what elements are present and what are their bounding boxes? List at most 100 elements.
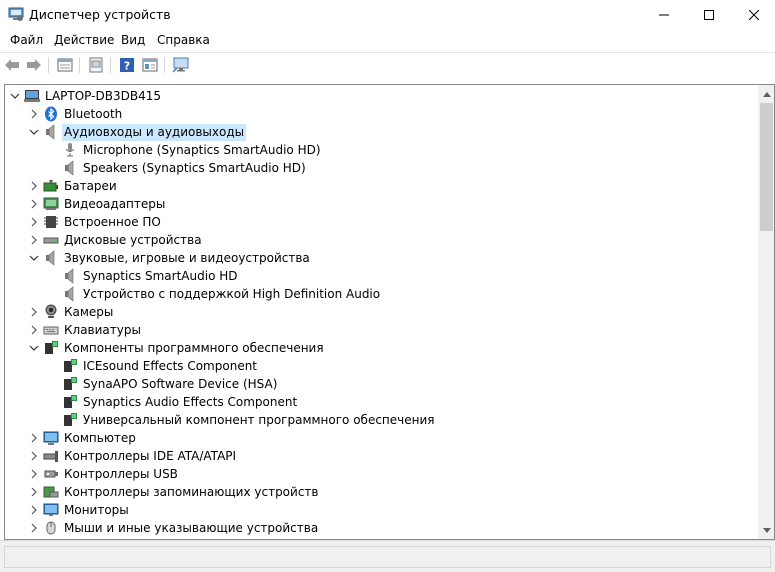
tree-item-icesound[interactable]: ICEsound Effects Component	[62, 357, 259, 375]
chevron-right-icon[interactable]	[27, 321, 41, 339]
speaker-icon	[62, 160, 78, 176]
tree-item-synaapo[interactable]: SynaAPO Software Device (HSA)	[62, 375, 279, 393]
tree-item-label: Встроенное ПО	[64, 214, 161, 229]
chevron-down-icon[interactable]	[8, 87, 22, 105]
tree-item-microphone[interactable]: Microphone (Synaptics SmartAudio HD)	[62, 141, 323, 159]
menu-bar: Файл Действие Вид Справка	[0, 30, 775, 50]
scrollbar-thumb[interactable]	[760, 103, 773, 231]
tree-item-synaptics-smartaudio[interactable]: Synaptics SmartAudio HD	[62, 267, 239, 285]
tree-item-speakers[interactable]: Speakers (Synaptics SmartAudio HD)	[62, 159, 308, 177]
vertical-scrollbar[interactable]	[758, 85, 774, 539]
tree-item-cameras[interactable]: Камеры	[27, 303, 115, 321]
tree-item-sound-video-game[interactable]: Звуковые, игровые и видеоустройства	[27, 249, 312, 267]
close-button[interactable]	[731, 0, 775, 30]
tree-item-keyboards[interactable]: Клавиатуры	[27, 321, 143, 339]
tree-item-label: Компоненты программного обеспечения	[64, 340, 324, 355]
svg-text:?: ?	[124, 60, 130, 73]
tree-item-label: SynaAPO Software Device (HSA)	[83, 376, 278, 391]
chevron-down-icon[interactable]	[27, 123, 41, 141]
scroll-up-arrow-icon[interactable]	[758, 85, 774, 102]
tree-item-disk-drives[interactable]: Дисковые устройства	[27, 231, 204, 249]
chevron-down-icon[interactable]	[27, 339, 41, 357]
tree-item-label: Звуковые, игровые и видеоустройства	[64, 250, 310, 265]
ide-controller-icon	[43, 448, 59, 464]
tree-item-label: Контроллеры USB	[64, 466, 178, 481]
tree-item-label: Аудиовходы и аудиовыходы	[62, 123, 247, 141]
menu-action[interactable]: Действие	[54, 33, 114, 47]
keyboard-icon	[43, 322, 59, 338]
tree-item-storage-controllers[interactable]: Контроллеры запоминающих устройств	[27, 483, 320, 501]
tree-item-ide-controllers[interactable]: Контроллеры IDE ATA/ATAPI	[27, 447, 238, 465]
tree-item-label: Microphone (Synaptics SmartAudio HD)	[83, 142, 321, 157]
tree-item-audio-io[interactable]: Аудиовходы и аудиовыходы	[27, 123, 247, 141]
tree-item-computer[interactable]: Компьютер	[27, 429, 138, 447]
view-icon[interactable]	[140, 55, 160, 75]
firmware-icon	[43, 214, 59, 230]
tree-item-label: Клавиатуры	[64, 322, 141, 337]
software-component-icon	[62, 358, 78, 374]
tree-item-label: Устройство с поддержкой High Definition …	[83, 286, 381, 301]
chevron-right-icon[interactable]	[27, 465, 41, 483]
device-tree[interactable]: LAPTOP-DB3DB415 Bluetooth Аудиовходы и а…	[4, 84, 775, 540]
chevron-down-icon[interactable]	[27, 249, 41, 267]
tree-item-bluetooth[interactable]: Bluetooth	[27, 105, 124, 123]
speaker-icon	[62, 286, 78, 302]
status-bar	[0, 540, 775, 572]
tree-item-universal-software-component[interactable]: Универсальный компонент программного обе…	[62, 411, 437, 429]
mouse-icon	[43, 520, 59, 536]
menu-view[interactable]: Вид	[121, 33, 145, 47]
tree-item-label: Батареи	[64, 178, 117, 193]
properties-icon[interactable]	[55, 55, 75, 75]
tree-item-label: Универсальный компонент программного обе…	[83, 412, 435, 427]
tree-item-label: Компьютер	[64, 430, 136, 445]
update-driver-icon[interactable]	[86, 55, 106, 75]
chevron-right-icon[interactable]	[27, 231, 41, 249]
scan-hardware-icon[interactable]	[171, 55, 191, 75]
display-adapter-icon	[43, 196, 59, 212]
title-bar: Диспетчер устройств	[0, 0, 775, 30]
bluetooth-icon	[43, 106, 59, 122]
tree-item-synaptics-audio-effects[interactable]: Synaptics Audio Effects Component	[62, 393, 299, 411]
back-icon[interactable]	[2, 55, 22, 75]
forward-icon[interactable]	[24, 55, 44, 75]
tree-item-display-adapters[interactable]: Видеоадаптеры	[27, 195, 167, 213]
chevron-right-icon[interactable]	[27, 429, 41, 447]
menu-file[interactable]: Файл	[10, 33, 43, 47]
menu-help[interactable]: Справка	[157, 33, 210, 47]
tree-item-firmware[interactable]: Встроенное ПО	[27, 213, 163, 231]
chevron-right-icon[interactable]	[27, 483, 41, 501]
chevron-right-icon[interactable]	[27, 501, 41, 519]
chevron-right-icon[interactable]	[27, 519, 41, 537]
tree-item-label: Камеры	[64, 304, 114, 319]
toolbar: ?	[0, 52, 775, 76]
computer-icon	[43, 430, 59, 446]
help-icon[interactable]: ?	[117, 55, 137, 75]
camera-icon	[43, 304, 59, 320]
tree-item-usb-controllers[interactable]: Контроллеры USB	[27, 465, 180, 483]
maximize-button[interactable]	[686, 0, 732, 30]
tree-item-label: Speakers (Synaptics SmartAudio HD)	[83, 160, 306, 175]
tree-item-software-components[interactable]: Компоненты программного обеспечения	[27, 339, 326, 357]
scroll-down-arrow-icon[interactable]	[758, 522, 774, 539]
microphone-icon	[62, 142, 78, 158]
status-panel	[4, 546, 771, 568]
tree-item-mice[interactable]: Мыши и иные указывающие устройства	[27, 519, 320, 537]
chevron-right-icon[interactable]	[27, 195, 41, 213]
tree-item-hd-audio-device[interactable]: Устройство с поддержкой High Definition …	[62, 285, 382, 303]
tree-root[interactable]: LAPTOP-DB3DB415	[8, 87, 163, 105]
chevron-right-icon[interactable]	[27, 447, 41, 465]
chevron-right-icon[interactable]	[27, 105, 41, 123]
toolbar-separator	[48, 57, 49, 73]
tree-item-label: Видеоадаптеры	[64, 196, 166, 211]
software-component-icon	[62, 394, 78, 410]
tree-item-monitors[interactable]: Мониторы	[27, 501, 131, 519]
chevron-right-icon[interactable]	[27, 177, 41, 195]
tree-item-batteries[interactable]: Батареи	[27, 177, 119, 195]
computer-icon	[24, 88, 40, 104]
speaker-icon	[43, 250, 59, 266]
chevron-right-icon[interactable]	[27, 303, 41, 321]
chevron-right-icon[interactable]	[27, 213, 41, 231]
software-component-icon	[62, 376, 78, 392]
toolbar-separator	[164, 57, 165, 73]
minimize-button[interactable]	[641, 0, 687, 30]
